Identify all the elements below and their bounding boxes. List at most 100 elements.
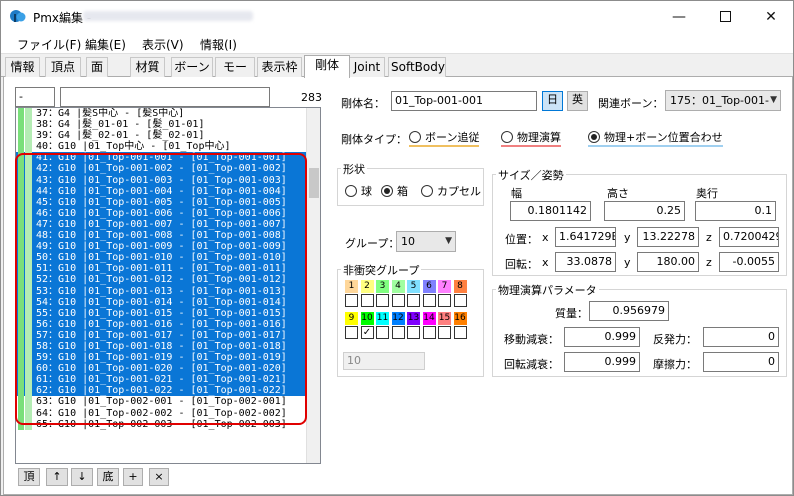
group-select[interactable]: 10 ▼ xyxy=(396,231,456,252)
type-physics[interactable]: 物理演算 xyxy=(501,129,561,147)
list-scrollbar[interactable] xyxy=(306,108,320,463)
shape-box[interactable]: 箱 xyxy=(381,183,408,199)
rot-y-input[interactable]: 180.00 xyxy=(637,252,699,272)
shape-capsule[interactable]: カプセル xyxy=(421,183,481,199)
menu-info[interactable]: 情報(I) xyxy=(200,36,237,53)
tab-display-frame[interactable]: 表示枠 xyxy=(257,57,302,77)
noncollision-group-label: 2 xyxy=(360,280,374,293)
list-item[interactable]: 37：G4 |髪S中心 - [髪S中心] xyxy=(16,108,307,120)
move-down-button[interactable]: ↓ xyxy=(71,468,93,486)
noncollision-checkbox[interactable] xyxy=(422,294,436,307)
shape-title: 形状 xyxy=(341,161,367,177)
list-item-label: 40：G10 |01_Top中心 - [01_Top中心] xyxy=(36,141,231,153)
list-item[interactable]: 38：G4 |髪_01-01 - [髪_01-01] xyxy=(16,119,307,131)
type-bone-follow-label: ボーン追従 xyxy=(425,131,480,144)
pos-x-label: x xyxy=(542,231,549,244)
delete-button[interactable]: × xyxy=(149,468,169,486)
noncollision-checkbox[interactable] xyxy=(391,294,405,307)
close-icon: ✕ xyxy=(765,8,777,25)
move-up-button[interactable]: ↑ xyxy=(46,468,68,486)
menu-edit[interactable]: 編集(E) xyxy=(85,36,126,53)
noncollision-checkbox[interactable] xyxy=(345,326,358,339)
noncollision-group-label: 11 xyxy=(376,312,389,325)
width-label: 幅 xyxy=(511,187,522,200)
pos-z-input[interactable]: 0.7200429 xyxy=(719,227,779,247)
tab-rigidbody[interactable]: 剛体 xyxy=(304,55,350,78)
noncollision-checkbox[interactable] xyxy=(360,294,374,307)
noncollision-checkbox[interactable] xyxy=(391,326,405,339)
type-physics-bone[interactable]: 物理+ボーン位置合わせ xyxy=(588,129,723,147)
radio-icon xyxy=(421,185,433,197)
tab-softbody[interactable]: SoftBody xyxy=(388,57,446,77)
height-input[interactable]: 0.25 xyxy=(604,201,685,221)
noncollision-checkbox[interactable] xyxy=(438,326,451,339)
row-color-marker xyxy=(25,130,32,142)
noncollision-checkbox[interactable] xyxy=(376,326,389,339)
pos-x-input[interactable]: 1.641729E- xyxy=(555,227,616,247)
mass-input[interactable]: 0.956979 xyxy=(589,301,669,321)
bone-select[interactable]: 175：01_Top-001- ▼ xyxy=(665,90,781,111)
move-top-button[interactable]: 頂 xyxy=(18,468,40,486)
noncollision-checkbox[interactable] xyxy=(422,326,436,339)
menu-view[interactable]: 表示(V) xyxy=(142,36,184,53)
noncollision-group-label: 15 xyxy=(438,312,451,325)
noncollision-group-label: 13 xyxy=(407,312,420,325)
minimize-button[interactable]: — xyxy=(656,1,702,32)
row-color-marker xyxy=(18,119,24,131)
rot-z-input[interactable]: -0.0055 xyxy=(719,252,779,272)
friction-input[interactable]: 0 xyxy=(703,352,779,372)
noncollision-group-label: 12 xyxy=(391,312,405,325)
tab-vertex[interactable]: 頂点 xyxy=(45,57,81,77)
name-input[interactable]: 01_Top-001-001 xyxy=(391,91,537,111)
noncollision-checkbox[interactable] xyxy=(407,326,420,339)
noncollision-checkbox[interactable] xyxy=(376,294,389,307)
tab-material[interactable]: 材質 xyxy=(130,57,165,77)
type-physics-label: 物理演算 xyxy=(517,131,561,144)
rot-damping-input[interactable]: 0.999 xyxy=(564,352,640,372)
menu-file[interactable]: ファイル(F) xyxy=(17,36,81,53)
noncollision-group-label: 10 xyxy=(360,312,374,325)
close-button[interactable]: ✕ xyxy=(748,1,793,32)
maximize-icon xyxy=(719,11,731,22)
pos-y-label: y xyxy=(624,231,631,244)
title-bar: Pmx編集 - — ✕ xyxy=(1,1,793,32)
lang-jp-button[interactable]: 日 xyxy=(542,91,563,111)
index-input[interactable]: - xyxy=(15,87,55,107)
tab-info[interactable]: 情報 xyxy=(5,57,40,77)
tab-strip: 情報 頂点 面 材質 ボーン モーフ 表示枠 剛体 Joint SoftBody xyxy=(1,55,793,93)
shape-capsule-label: カプセル xyxy=(437,185,481,198)
maximize-button[interactable] xyxy=(702,1,748,32)
row-color-marker xyxy=(25,141,32,153)
selection-annotation xyxy=(15,153,307,425)
add-button[interactable]: + xyxy=(123,468,143,486)
list-item[interactable]: 39：G4 |髪_02-01 - [髪_02-01] xyxy=(16,130,307,142)
pos-y-input[interactable]: 13.22278 xyxy=(637,227,699,247)
tab-bone[interactable]: ボーン xyxy=(171,57,213,77)
noncollision-checkbox[interactable]: ✓ xyxy=(360,326,374,339)
shape-sphere[interactable]: 球 xyxy=(345,183,372,199)
noncollision-checkbox[interactable] xyxy=(407,294,420,307)
move-damping-input[interactable]: 0.999 xyxy=(564,327,640,347)
list-item[interactable]: 40：G10 |01_Top中心 - [01_Top中心] xyxy=(16,141,307,153)
lang-en-button[interactable]: 英 xyxy=(567,91,588,111)
tab-joint[interactable]: Joint xyxy=(349,57,385,77)
noncollision-checkbox[interactable] xyxy=(453,326,467,339)
depth-input[interactable]: 0.1 xyxy=(695,201,776,221)
noncollision-checkbox[interactable] xyxy=(453,294,467,307)
rot-x-input[interactable]: 33.0878 xyxy=(555,252,616,272)
name-label: 剛体名： xyxy=(341,97,385,110)
restitution-input[interactable]: 0 xyxy=(703,327,779,347)
move-bottom-button[interactable]: 底 xyxy=(97,468,119,486)
noncollision-checkbox[interactable] xyxy=(345,294,358,307)
tab-face[interactable]: 面 xyxy=(86,57,108,77)
type-bone-follow[interactable]: ボーン追従 xyxy=(409,129,480,147)
physics-title: 物理演算パラメータ xyxy=(496,282,599,298)
menu-bar: ファイル(F) 編集(E) 表示(V) 情報(I) xyxy=(1,32,793,54)
tab-morph[interactable]: モーフ xyxy=(215,57,255,93)
item-count: 283 xyxy=(301,91,322,104)
width-input[interactable]: 0.1801142 xyxy=(510,201,591,221)
pos-z-label: z xyxy=(706,231,712,244)
scrollbar-thumb[interactable] xyxy=(309,168,319,198)
filter-input[interactable] xyxy=(60,87,270,107)
noncollision-checkbox[interactable] xyxy=(438,294,451,307)
